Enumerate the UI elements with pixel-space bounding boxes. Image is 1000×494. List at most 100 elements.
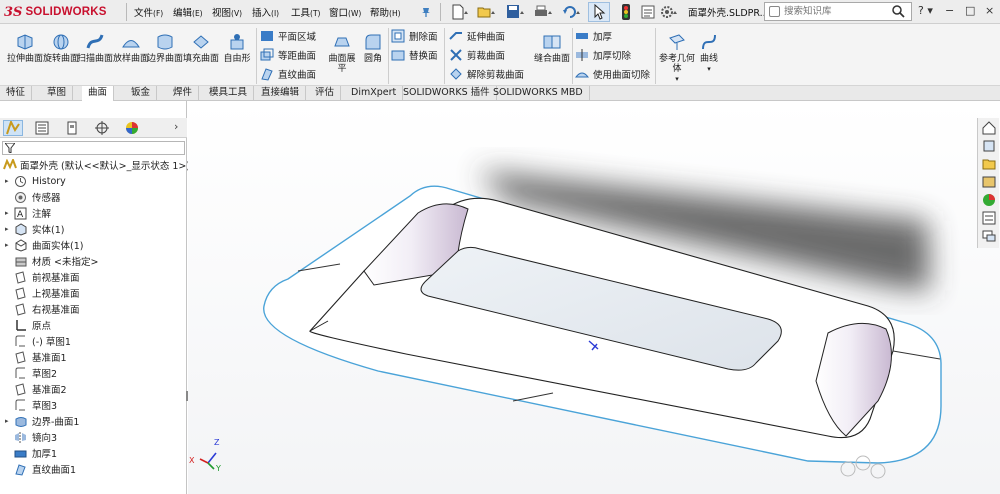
expand-arrow-icon[interactable]: ▸ <box>5 241 14 249</box>
swept-surface-button[interactable]: 扫描曲面 <box>76 32 114 64</box>
feature-manager-tab[interactable] <box>3 120 23 136</box>
boundary-surface-button[interactable]: 边界曲面 <box>146 32 184 64</box>
feature-tree-item[interactable]: 加厚1 <box>5 445 57 461</box>
knit-surface-button[interactable]: 缝合曲面 <box>533 32 571 64</box>
feature-tree-item[interactable]: 材质 <未指定> <box>5 253 98 269</box>
solidworks-logo[interactable]: 3S SOLIDWORKS <box>4 3 107 21</box>
feature-tree-item[interactable]: 原点 <box>5 317 51 333</box>
expand-arrow-icon[interactable]: ▸ <box>5 417 14 425</box>
feature-tree-item[interactable]: (-) 草图1 <box>5 333 71 349</box>
feature-tree-item[interactable]: ▸ 实体(1) <box>5 221 64 237</box>
search-input[interactable] <box>784 4 890 19</box>
feature-tree-item[interactable]: ▸ 曲面实体(1) <box>5 237 83 253</box>
lofted-surface-button[interactable]: 放样曲面 <box>112 32 150 64</box>
graphics-viewport[interactable]: ▫ ▭ ▢ ✕ <box>188 101 1000 494</box>
thicken-button[interactable]: 加厚 <box>575 27 612 44</box>
options-gear-icon[interactable] <box>658 2 682 22</box>
revolved-surface-button[interactable]: 旋转曲面 <box>42 32 80 64</box>
print-icon[interactable] <box>532 2 556 22</box>
thicken-cut-button[interactable]: 加厚切除 <box>575 46 631 63</box>
traffic-light-icon[interactable] <box>620 2 632 22</box>
expand-arrow-icon[interactable]: ▸ <box>5 209 14 217</box>
menu-tools[interactable]: 工具(T) <box>291 5 320 19</box>
tab-sheet-metal[interactable]: 钣金 <box>125 86 158 101</box>
surface-cut-button[interactable]: 使用曲面切除 <box>575 65 650 82</box>
trim-surface-button[interactable]: 剪裁曲面 <box>449 46 505 63</box>
menu-window[interactable]: 窗口(W) <box>329 5 361 19</box>
feature-tree-item[interactable]: ▸ History <box>5 173 66 189</box>
planar-surface-button[interactable]: 平面区域 <box>260 27 316 44</box>
dimxpert-manager-tab[interactable] <box>92 120 112 136</box>
new-document-icon[interactable] <box>448 2 472 22</box>
menu-edit[interactable]: 编辑(E) <box>173 5 203 19</box>
file-properties-icon[interactable] <box>640 2 656 22</box>
reference-geometry-button[interactable]: 参考几何体 ▾ <box>659 32 695 84</box>
file-explorer-icon[interactable] <box>982 157 996 171</box>
property-manager-tab[interactable] <box>32 120 52 136</box>
feature-tree-item[interactable]: 前视基准面 <box>5 269 80 285</box>
expand-arrow-icon[interactable]: ▸ <box>5 225 14 233</box>
configuration-manager-tab[interactable] <box>62 120 82 136</box>
menu-view[interactable]: 视图(V) <box>212 5 242 19</box>
solidworks-forum-icon[interactable] <box>982 229 996 243</box>
open-folder-icon[interactable] <box>475 2 499 22</box>
tab-weldments[interactable]: 焊件 <box>167 86 200 101</box>
extruded-surface-button[interactable]: 拉伸曲面 <box>6 32 44 64</box>
curves-button[interactable]: 曲线 ▾ <box>695 32 723 74</box>
display-manager-tab[interactable] <box>122 120 142 136</box>
design-library-icon[interactable] <box>982 139 996 153</box>
feature-tree-item[interactable]: 直纹曲面1 <box>5 461 76 477</box>
menu-help[interactable]: 帮助(H) <box>370 5 401 19</box>
save-icon[interactable] <box>504 2 528 22</box>
view-palette-icon[interactable] <box>982 175 996 189</box>
home-icon[interactable] <box>982 121 996 135</box>
tab-evaluate[interactable]: 评估 <box>309 86 342 101</box>
feature-tree-item[interactable]: ▸ A 注解 <box>5 205 51 221</box>
replace-face-button[interactable]: 替换面 <box>391 46 438 63</box>
search-knowledge-base[interactable] <box>764 2 912 21</box>
tab-surfaces[interactable]: 曲面 <box>82 86 115 102</box>
pin-icon[interactable] <box>418 2 434 22</box>
close-button[interactable]: × <box>985 4 994 17</box>
search-scope-icon[interactable] <box>769 6 780 17</box>
freeform-button[interactable]: 自由形 <box>218 32 256 64</box>
expand-arrow-icon[interactable]: ▸ <box>5 177 14 185</box>
feature-tree-item[interactable]: 镜向3 <box>5 429 57 445</box>
ruled-surface-button[interactable]: 直纹曲面 <box>260 65 316 82</box>
undo-icon[interactable] <box>560 2 584 22</box>
tree-filter[interactable] <box>2 141 185 155</box>
model-view[interactable]: Z X Y <box>188 101 1000 494</box>
custom-properties-icon[interactable] <box>982 211 996 225</box>
feature-tree-item[interactable]: 草图3 <box>5 397 57 413</box>
feature-tree-item[interactable]: 基准面2 <box>5 381 67 397</box>
feature-tree-item[interactable]: 右视基准面 <box>5 301 80 317</box>
fillet-button[interactable]: 圆角 <box>358 32 388 64</box>
tab-mbd[interactable]: SOLIDWORKS MBD <box>487 86 590 101</box>
tab-dimxpert[interactable]: DimXpert <box>345 86 404 101</box>
help-button[interactable]: ? ▾ <box>918 4 933 17</box>
maximize-button[interactable]: □ <box>965 4 975 17</box>
minimize-button[interactable]: − <box>945 4 954 17</box>
feature-tree-item[interactable]: 基准面1 <box>5 349 67 365</box>
panel-expand-arrow-icon[interactable]: › <box>174 120 178 133</box>
menu-insert[interactable]: 插入(I) <box>252 5 279 19</box>
extend-surface-button[interactable]: 延伸曲面 <box>449 27 505 44</box>
tab-sketch[interactable]: 草图 <box>41 86 74 101</box>
appearances-icon[interactable] <box>982 193 996 207</box>
offset-surface-button[interactable]: 等距曲面 <box>260 46 316 63</box>
tree-root-part[interactable]: 面罩外壳 (默认<<默认>_显示状态 1>) <box>3 158 190 172</box>
select-arrow-icon[interactable] <box>588 2 610 22</box>
feature-tree-item[interactable]: 上视基准面 <box>5 285 80 301</box>
menu-file[interactable]: 文件(F) <box>134 5 163 19</box>
feature-tree-item[interactable]: ▸ 边界-曲面1 <box>5 413 79 429</box>
feature-tree-item[interactable]: 草图2 <box>5 365 57 381</box>
feature-tree-item[interactable]: 传感器 <box>5 189 61 205</box>
delete-face-button[interactable]: 删除面 <box>391 27 438 44</box>
untrim-surface-button[interactable]: 解除剪裁曲面 <box>449 65 524 82</box>
filled-surface-button[interactable]: 填充曲面 <box>182 32 220 64</box>
tab-addins[interactable]: SOLIDWORKS 插件 <box>397 86 497 101</box>
surface-flatten-button[interactable]: 曲面展平 <box>326 32 358 74</box>
tab-features[interactable]: 特征 <box>0 86 33 101</box>
tab-mold-tools[interactable]: 模具工具 <box>203 86 255 101</box>
tab-direct-editing[interactable]: 直接编辑 <box>255 86 307 101</box>
